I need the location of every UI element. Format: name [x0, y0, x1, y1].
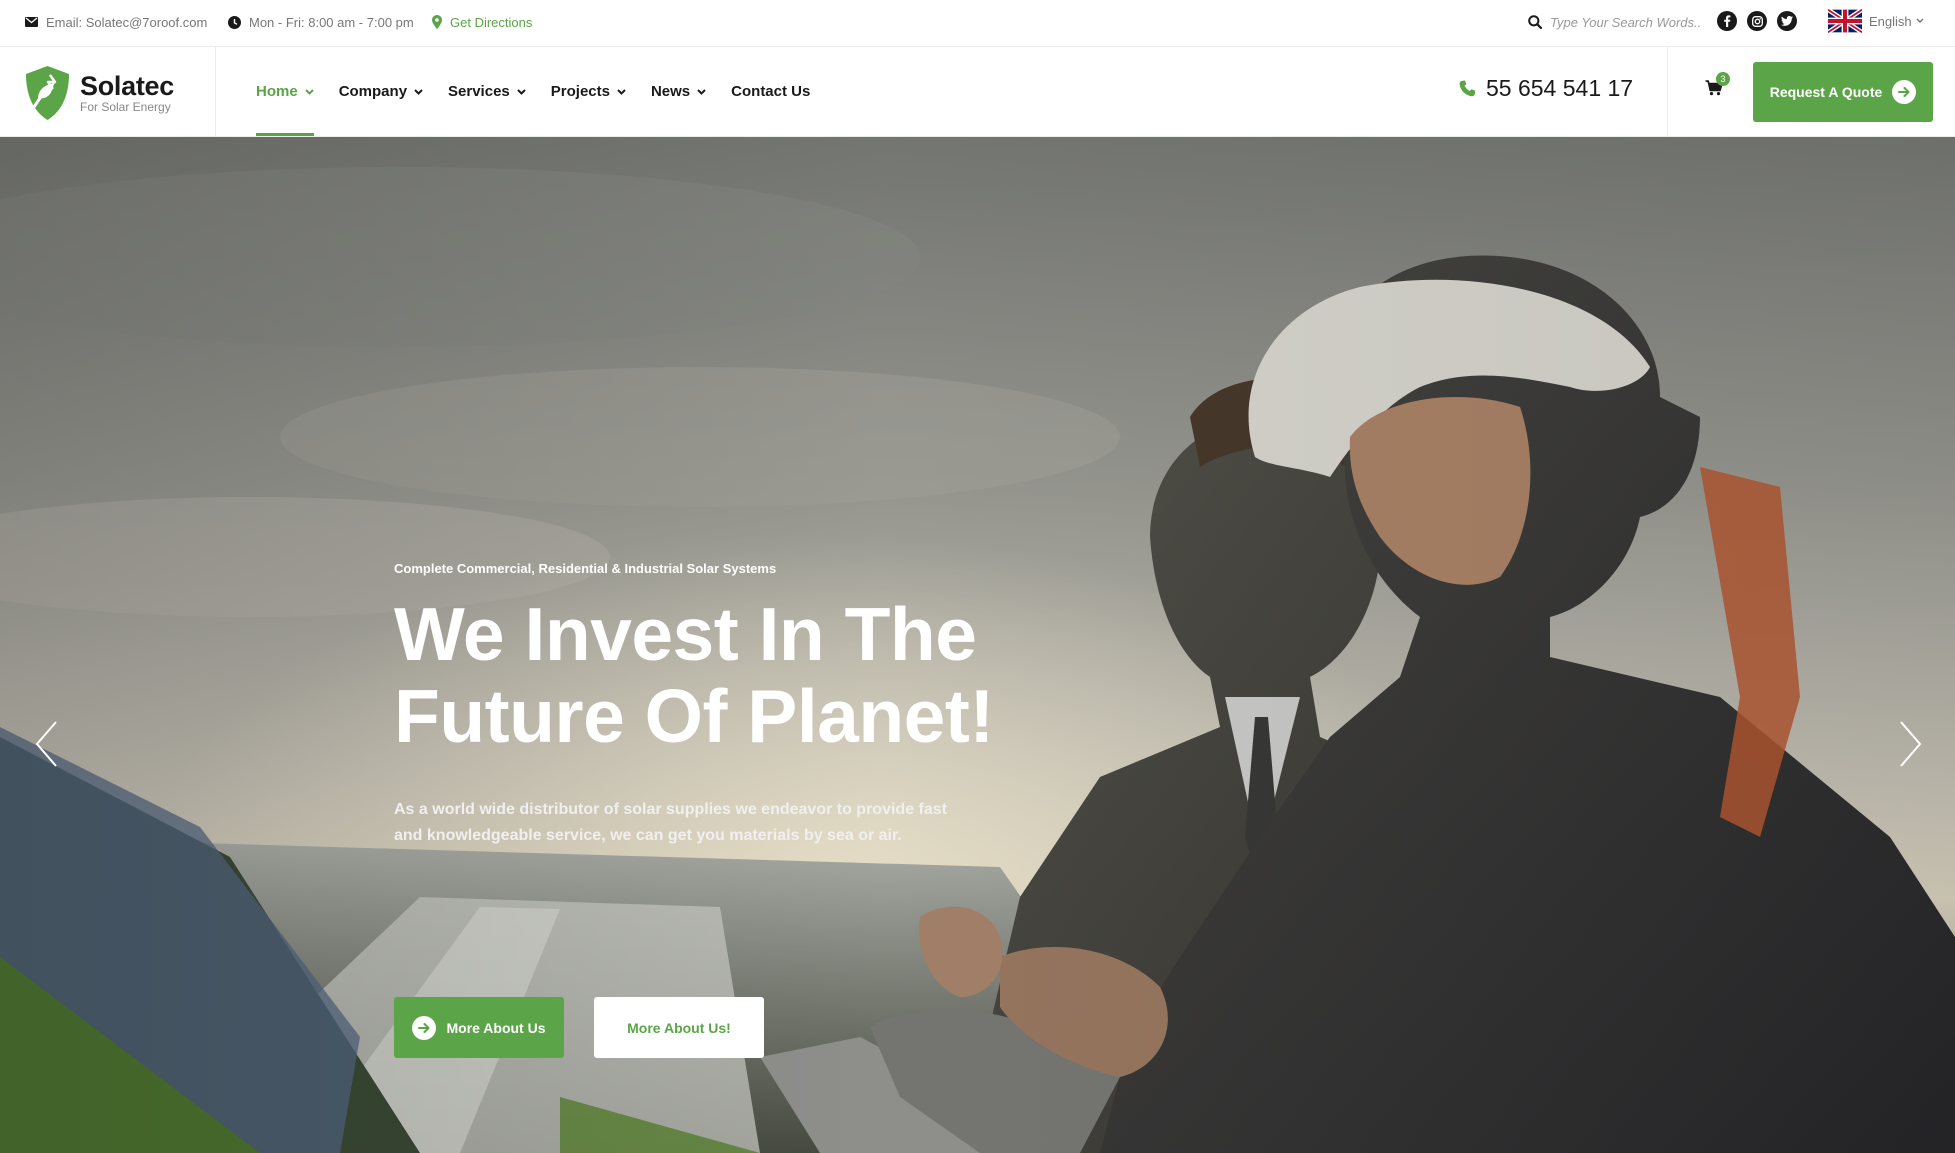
language-selector[interactable]: English: [1828, 9, 1924, 33]
slider-prev-arrow[interactable]: [32, 719, 62, 769]
twitter-icon[interactable]: [1777, 11, 1797, 31]
envelope-icon: [25, 17, 38, 27]
description-line-2: and knowledgeable service, we can get yo…: [394, 827, 902, 844]
chevron-down-icon: [304, 88, 314, 95]
logo[interactable]: Solatec For Solar Energy: [24, 65, 214, 121]
nav-label: Company: [338, 83, 408, 100]
hero-slider: Complete Commercial, Residential & Indus…: [0, 137, 1955, 1153]
hours-text: Mon - Fri: 8:00 am - 7:00 pm: [249, 14, 414, 30]
business-hours: Mon - Fri: 8:00 am - 7:00 pm: [228, 13, 414, 31]
hero-eyebrow: Complete Commercial, Residential & Indus…: [394, 561, 777, 576]
nav-item-company[interactable]: Company: [339, 47, 423, 136]
quote-label: Request A Quote: [1769, 84, 1883, 100]
phone-text: 55 654 541 17: [1486, 75, 1634, 101]
map-pin-icon: [432, 15, 442, 29]
request-quote-button[interactable]: Request A Quote: [1753, 62, 1933, 122]
secondary-button-label: More About Us!: [627, 1019, 731, 1036]
header-divider: [215, 47, 216, 136]
chevron-right-icon: [1900, 721, 1922, 767]
chevron-down-icon: [517, 88, 526, 95]
chevron-down-icon: [1916, 18, 1924, 24]
search-icon[interactable]: [1528, 15, 1542, 29]
more-about-us-secondary-button[interactable]: More About Us!: [594, 997, 764, 1058]
nav-item-home[interactable]: Home: [256, 47, 314, 136]
hero-headline: We Invest In The Future Of Planet!: [394, 593, 1294, 757]
search-field[interactable]: Type Your Search Words..: [1528, 13, 1701, 31]
clock-icon: [228, 15, 241, 29]
header-divider: [1667, 47, 1668, 136]
cart-button[interactable]: 3: [1705, 72, 1730, 104]
nav-item-services[interactable]: Services: [448, 47, 526, 136]
primary-button-label: More About Us: [446, 1019, 546, 1036]
solar-shield-logo-icon: [26, 66, 69, 120]
more-about-us-button[interactable]: More About Us: [394, 997, 564, 1058]
brand-name: Solatec: [80, 71, 174, 101]
nav-label: Contact Us: [731, 83, 811, 100]
nav-label: Home: [256, 83, 298, 100]
nav-item-news[interactable]: News: [651, 47, 706, 136]
hero-description: As a world wide distributor of solar sup…: [394, 797, 954, 849]
email-text: Email: Solatec@7oroof.com: [46, 14, 208, 30]
nav-label: Services: [448, 83, 510, 100]
instagram-icon[interactable]: [1747, 11, 1767, 31]
cart-count-badge: 3: [1716, 72, 1730, 86]
nav-label: News: [650, 83, 691, 100]
chevron-down-icon: [414, 88, 423, 95]
arrow-right-icon: [412, 1015, 437, 1040]
search-input[interactable]: Type Your Search Words..: [1550, 15, 1701, 30]
description-line-1: As a world wide distributor of solar sup…: [394, 801, 947, 818]
phone-number[interactable]: 55 654 541 17: [1459, 75, 1633, 102]
headline-line-2: Future Of Planet!: [394, 674, 994, 758]
main-navigation: Home Company Services Projects News Cont…: [256, 47, 835, 136]
nav-item-projects[interactable]: Projects: [551, 47, 626, 136]
uk-flag-icon: [1828, 9, 1862, 33]
chevron-down-icon: [617, 88, 626, 95]
brand-tagline: For Solar Energy: [80, 100, 171, 114]
phone-icon: [1459, 80, 1476, 97]
hero-buttons: More About Us More About Us!: [394, 997, 764, 1058]
chevron-down-icon: [697, 88, 706, 95]
facebook-icon[interactable]: [1717, 11, 1737, 31]
main-header: Solatec For Solar Energy Home Company Se…: [0, 47, 1955, 137]
nav-item-contact-us[interactable]: Contact Us: [731, 47, 810, 136]
slider-next-arrow[interactable]: [1895, 719, 1925, 769]
directions-text: Get Directions: [450, 14, 533, 30]
top-bar: Email: Solatec@7oroof.com Mon - Fri: 8:0…: [0, 0, 1955, 47]
get-directions-link[interactable]: Get Directions: [432, 13, 532, 31]
chevron-left-icon: [35, 721, 57, 767]
nav-label: Projects: [550, 83, 610, 100]
hero-content: Complete Commercial, Residential & Indus…: [394, 561, 1294, 1058]
headline-line-1: We Invest In The: [394, 592, 977, 676]
email-contact[interactable]: Email: Solatec@7oroof.com: [25, 13, 207, 31]
language-label: English: [1869, 13, 1912, 29]
arrow-right-icon: [1892, 80, 1917, 104]
